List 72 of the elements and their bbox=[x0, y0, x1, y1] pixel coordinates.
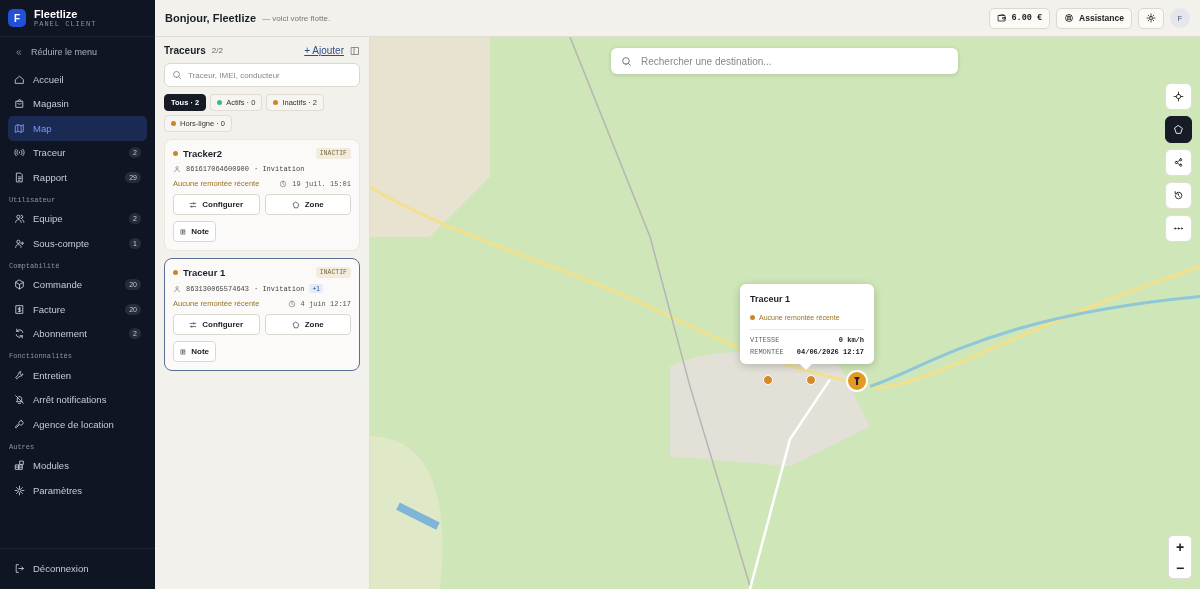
panel-title: Traceurs bbox=[164, 45, 206, 56]
logout-button[interactable]: Déconnexion bbox=[8, 556, 147, 581]
nav-item[interactable]: Paramètres bbox=[8, 478, 147, 503]
card-button[interactable]: Configurer bbox=[173, 194, 260, 215]
user-plus-icon bbox=[14, 237, 25, 249]
key-icon bbox=[14, 418, 25, 430]
user-icon bbox=[173, 284, 181, 293]
balance-button[interactable]: 6.00 € bbox=[988, 7, 1051, 29]
users-icon bbox=[14, 213, 25, 225]
invoice-icon bbox=[14, 303, 25, 315]
search-icon bbox=[172, 70, 182, 80]
destination-search-field[interactable]: Rechercher une destination... bbox=[611, 48, 958, 74]
nav-item[interactable]: Agence de location bbox=[8, 412, 147, 437]
box-icon bbox=[14, 279, 25, 291]
map-tool-button[interactable] bbox=[1165, 116, 1192, 143]
add-link[interactable]: + Ajouter bbox=[304, 45, 344, 56]
wrench-icon bbox=[14, 369, 25, 381]
nav-item[interactable]: Entretien bbox=[8, 363, 147, 388]
popup-title: Traceur 1 bbox=[750, 294, 792, 304]
map-icon bbox=[14, 122, 25, 134]
bag-icon bbox=[14, 98, 25, 110]
collapse-menu-button[interactable]: Réduire le menu bbox=[8, 41, 147, 63]
pentagon-icon bbox=[291, 200, 300, 209]
note-icon bbox=[180, 227, 187, 236]
tracker-count: 2/2 bbox=[211, 46, 224, 55]
map-marker[interactable] bbox=[763, 375, 773, 385]
user-icon bbox=[173, 165, 181, 173]
tracker-search-field[interactable]: Traceur, IMEI, conducteur bbox=[164, 63, 360, 87]
document-icon bbox=[14, 171, 25, 183]
card-button[interactable]: Zone bbox=[264, 314, 351, 335]
tracker-name: Traceur 1 bbox=[183, 267, 227, 278]
zoom-button[interactable]: − bbox=[1169, 557, 1191, 578]
search-icon bbox=[621, 55, 632, 67]
card-button[interactable]: Note bbox=[173, 341, 216, 362]
settings-button[interactable] bbox=[1138, 7, 1164, 29]
greeting-title: Bonjour, Fleetlize bbox=[165, 12, 257, 24]
history-icon bbox=[1173, 190, 1184, 201]
greeting-subtitle: — voici votre flotte. bbox=[262, 13, 332, 23]
clock-icon bbox=[279, 179, 288, 188]
nav-item[interactable]: Arrêt notifications bbox=[8, 387, 147, 412]
card-button[interactable]: Note bbox=[173, 221, 216, 242]
share-icon bbox=[1173, 157, 1184, 168]
pentagon-icon bbox=[291, 320, 300, 329]
sliders-icon bbox=[189, 200, 198, 209]
nav-item[interactable]: Map bbox=[8, 116, 147, 141]
double-chevron-icon bbox=[14, 47, 23, 57]
brand-logo: F bbox=[8, 9, 26, 27]
card-button[interactable]: Zone bbox=[264, 194, 351, 215]
home-icon bbox=[14, 73, 25, 85]
lifebuoy-icon bbox=[1064, 13, 1075, 23]
zoom-button[interactable]: + bbox=[1169, 536, 1191, 557]
signal-icon bbox=[14, 147, 25, 159]
map-marker[interactable] bbox=[806, 375, 816, 385]
card-button[interactable]: Configurer bbox=[173, 314, 260, 335]
sidebar-toggle-icon bbox=[350, 45, 360, 56]
pentagon-icon bbox=[1173, 124, 1184, 135]
tracker-name: Tracker2 bbox=[183, 148, 224, 159]
sliders-icon bbox=[189, 320, 198, 329]
nav-item[interactable]: Modules bbox=[8, 453, 147, 478]
bell-off-icon bbox=[14, 394, 25, 406]
nav-item[interactable]: Magasin bbox=[8, 91, 147, 116]
assistance-button[interactable]: Assistance bbox=[1056, 7, 1132, 29]
wallet-icon bbox=[996, 13, 1007, 23]
nav-item[interactable]: Accueil bbox=[8, 67, 147, 92]
brand-name: Fleetlize bbox=[34, 8, 79, 20]
note-icon bbox=[180, 347, 187, 356]
crosshair-icon bbox=[1173, 91, 1184, 102]
status-dot bbox=[750, 315, 755, 320]
clock-icon bbox=[287, 299, 296, 308]
refresh-icon bbox=[14, 328, 25, 340]
blocks-icon bbox=[14, 460, 25, 472]
logout-icon bbox=[14, 563, 25, 575]
